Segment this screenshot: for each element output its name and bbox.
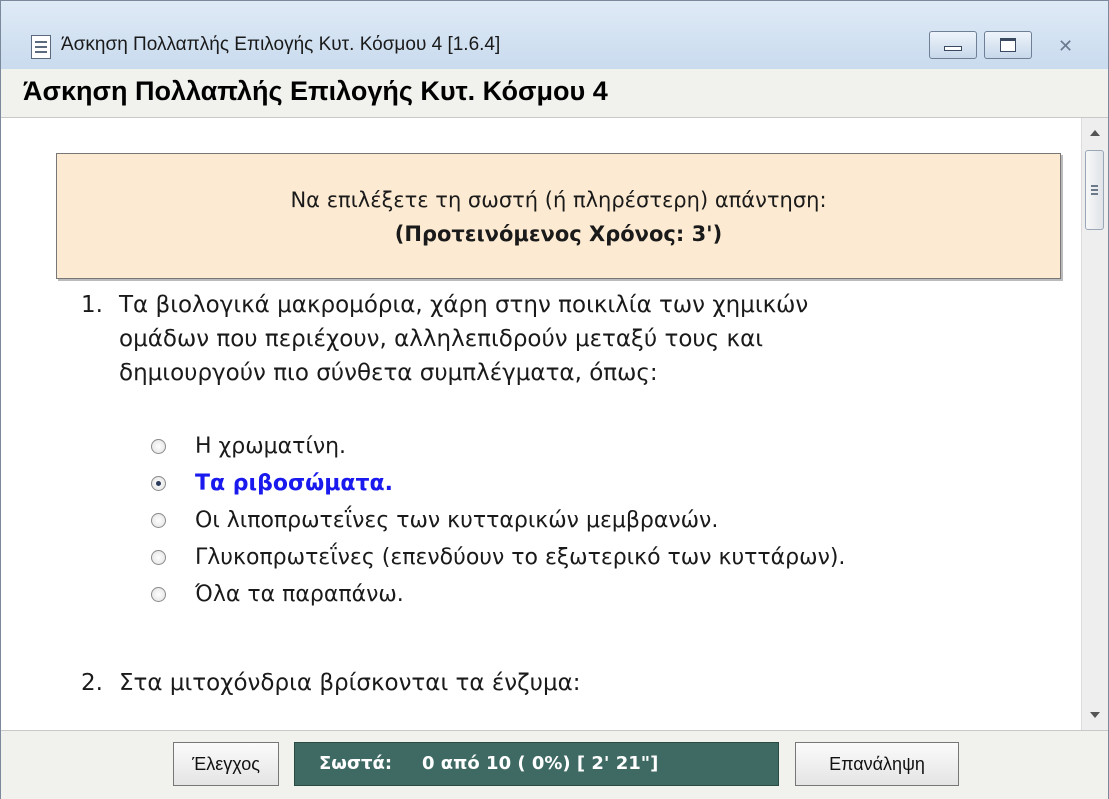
answer-options: Η χρωματίνη. Τα ριβοσώματα. Οι λιποπρωτε… [151, 428, 845, 613]
minimize-icon [944, 46, 962, 51]
score-display: Σωστά: 0 από 10 ( 0%) [ 2' 21"] [294, 742, 779, 786]
close-icon: ✕ [1058, 36, 1074, 57]
exercise-content[interactable]: Να επιλέξετε τη σωστή (ή πληρέστερη) απά… [1, 118, 1081, 730]
answer-option[interactable]: Όλα τα παραπάνω. [151, 576, 845, 613]
window-title: Άσκηση Πολλαπλής Επιλογής Κυτ. Κόσμου 4 … [61, 34, 501, 55]
answer-option[interactable]: Γλυκοπρωτεΐνες (επενδύουν το εξωτερικό τ… [151, 539, 845, 576]
close-button[interactable]: ✕ [1039, 31, 1091, 59]
radio-button[interactable] [151, 587, 166, 602]
maximize-button[interactable] [984, 31, 1032, 59]
radio-button[interactable] [151, 550, 166, 565]
answer-option[interactable]: Η χρωματίνη. [151, 428, 845, 465]
question-text: Τα βιολογικά μακρομόρια, χάρη στην ποικι… [119, 288, 939, 390]
question-text: Στα μιτοχόνδρια βρίσκονται τα ένζυμα: [119, 666, 939, 700]
option-label: Τα ριβοσώματα. [195, 471, 394, 496]
question-line: δημιουργούν πιο σύνθετα συμπλέγματα, όπω… [119, 360, 658, 386]
score-value: 0 από 10 ( 0%) [ 2' 21"] [422, 753, 659, 774]
scroll-down-icon[interactable] [1090, 712, 1100, 718]
vertical-scrollbar[interactable] [1081, 118, 1108, 730]
question-line: Στα μιτοχόνδρια βρίσκονται τα ένζυμα: [119, 670, 581, 696]
document-icon [31, 35, 51, 59]
question-line: Τα βιολογικά μακρομόρια, χάρη στην ποικι… [119, 292, 809, 318]
option-label: Γλυκοπρωτεΐνες (επενδύουν το εξωτερικό τ… [195, 545, 846, 570]
radio-button[interactable] [151, 513, 166, 528]
answer-option[interactable]: Οι λιποπρωτεΐνες των κυτταρικών μεμβρανώ… [151, 502, 845, 539]
question-number: 2. [81, 670, 103, 696]
question-line: ομάδων που περιέχουν, αλληλεπιδρούν μετα… [119, 326, 764, 352]
repeat-button[interactable]: Επανάληψη [795, 742, 959, 786]
instructions-box: Να επιλέξετε τη σωστή (ή πληρέστερη) απά… [56, 153, 1061, 279]
title-bar[interactable]: Άσκηση Πολλαπλής Επιλογής Κυτ. Κόσμου 4 … [1, 1, 1108, 69]
suggested-time: (Προτεινόμενος Χρόνος: 3') [394, 222, 723, 246]
option-label: Η χρωματίνη. [195, 434, 347, 459]
answer-option-selected[interactable]: Τα ριβοσώματα. [151, 465, 845, 502]
application-window: Άσκηση Πολλαπλής Επιλογής Κυτ. Κόσμου 4 … [0, 0, 1109, 799]
score-label: Σωστά: [319, 753, 393, 774]
scrollbar-thumb[interactable] [1085, 150, 1104, 230]
option-label: Όλα τα παραπάνω. [195, 582, 404, 607]
minimize-button[interactable] [929, 31, 977, 59]
scroll-up-icon[interactable] [1090, 130, 1100, 136]
radio-button-checked[interactable] [151, 476, 166, 491]
question-number: 1. [81, 292, 103, 318]
maximize-icon [1000, 38, 1016, 52]
check-button[interactable]: Έλεγχος [173, 742, 279, 786]
option-label: Οι λιποπρωτεΐνες των κυτταρικών μεμβρανώ… [195, 508, 719, 533]
radio-button[interactable] [151, 439, 166, 454]
footer-bar: Έλεγχος Σωστά: 0 από 10 ( 0%) [ 2' 21"] Ε… [1, 730, 1108, 799]
instructions-text: Να επιλέξετε τη σωστή (ή πληρέστερη) απά… [290, 188, 827, 212]
page-title: Άσκηση Πολλαπλής Επιλογής Κυτ. Κόσμου 4 [23, 76, 608, 106]
